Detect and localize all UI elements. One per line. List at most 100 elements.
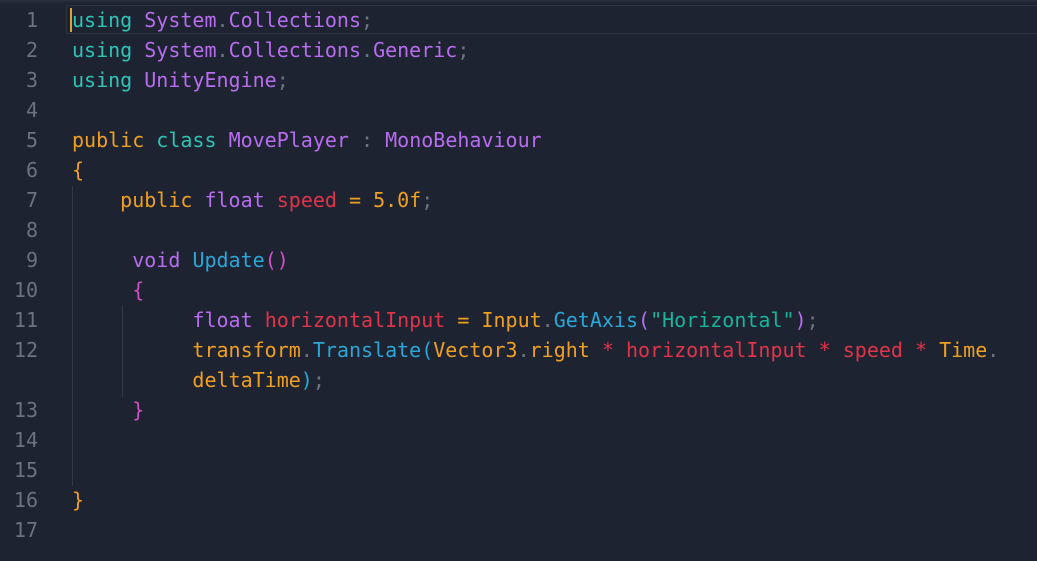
code-token: Collections xyxy=(228,8,362,32)
code-token: . xyxy=(541,308,554,332)
line-number: 9 xyxy=(25,248,38,272)
code-line[interactable]: 9 void Update() xyxy=(0,245,1037,275)
code-token: MonoBehaviour xyxy=(385,128,542,152)
line-number: 1 xyxy=(25,8,38,32)
code-token: ; xyxy=(312,368,325,392)
code-token: () xyxy=(264,248,289,272)
code-editor[interactable]: 1 using System.Collections; 2 using System.… xyxy=(0,0,1037,561)
code-token: ; xyxy=(421,188,434,212)
code-token: void xyxy=(132,248,181,272)
code-line[interactable]: 3 using UnityEngine; xyxy=(0,65,1037,95)
code-token: UnityEngine xyxy=(144,68,277,92)
code-line[interactable]: 16} xyxy=(0,485,1037,515)
code-line[interactable]: 17 xyxy=(0,515,1037,545)
code-token: Time xyxy=(939,338,988,362)
code-token: } xyxy=(72,488,85,512)
code-line[interactable]: deltaTime); xyxy=(0,365,1037,395)
code-line[interactable]: 14 xyxy=(0,425,1037,455)
code-line[interactable]: 11 float horizontalInput = Input.GetAxis… xyxy=(0,305,1037,335)
code-token: speed xyxy=(842,338,903,362)
line-number: 15 xyxy=(13,458,38,482)
code-text: transform.Translate(Vector3.right * hori… xyxy=(72,335,999,365)
code-line[interactable]: 2 using System.Collections.Generic; xyxy=(0,35,1037,65)
code-token: MovePlayer xyxy=(228,128,349,152)
line-number: 11 xyxy=(13,308,38,332)
line-number: 7 xyxy=(25,188,38,212)
code-line[interactable]: 13 } xyxy=(0,395,1037,425)
line-number: 3 xyxy=(25,68,38,92)
code-token: : xyxy=(361,128,374,152)
code-token: { xyxy=(132,278,145,302)
code-token: ; xyxy=(457,38,470,62)
code-line[interactable]: 6{ xyxy=(0,155,1037,185)
code-token: deltaTime xyxy=(192,368,301,392)
code-line[interactable]: 8 xyxy=(0,215,1037,245)
code-token: . xyxy=(216,38,229,62)
code-line[interactable]: 4 xyxy=(0,95,1037,125)
code-token: ; xyxy=(361,8,374,32)
code-text: using System.Collections; xyxy=(72,5,373,35)
code-token: ( xyxy=(421,338,434,362)
line-number: 16 xyxy=(13,488,38,512)
code-token: float xyxy=(192,308,253,332)
line-number: 4 xyxy=(25,98,38,122)
code-token: * xyxy=(818,338,831,362)
code-token: = xyxy=(349,188,362,212)
code-text: public class MovePlayer : MonoBehaviour xyxy=(72,125,542,155)
code-token: . xyxy=(216,8,229,32)
code-text: using UnityEngine; xyxy=(72,65,289,95)
code-line[interactable]: 12 transform.Translate(Vector3.right * h… xyxy=(0,335,1037,365)
code-text: using System.Collections.Generic; xyxy=(72,35,469,65)
line-number: 12 xyxy=(13,338,38,362)
line-number: 5 xyxy=(25,128,38,152)
code-token: Translate xyxy=(312,338,422,362)
code-token: ) xyxy=(794,308,807,332)
scroll-shadow xyxy=(0,0,1037,4)
code-line[interactable]: 7 public float speed = 5.0f; xyxy=(0,185,1037,215)
code-token: ) xyxy=(300,368,313,392)
line-number: 10 xyxy=(13,278,38,302)
code-token: * xyxy=(915,338,928,362)
line-number: 6 xyxy=(25,158,38,182)
code-token: . xyxy=(987,338,1000,362)
code-token: = xyxy=(457,308,470,332)
code-token: . xyxy=(361,38,374,62)
code-token: Update xyxy=(192,248,265,272)
code-line[interactable]: 15 xyxy=(0,455,1037,485)
code-line[interactable]: 1 using System.Collections; xyxy=(0,5,1037,35)
code-token: "Horizontal" xyxy=(650,308,795,332)
code-token: System xyxy=(144,8,217,32)
code-text: { xyxy=(72,275,144,305)
code-line[interactable]: 10 { xyxy=(0,275,1037,305)
code-token: float xyxy=(204,188,265,212)
code-line[interactable]: 5 public class MovePlayer : MonoBehaviour xyxy=(0,125,1037,155)
code-token: Vector3 xyxy=(433,338,518,362)
code-token: } xyxy=(132,398,145,422)
line-number: 13 xyxy=(13,398,38,422)
code-token: { xyxy=(72,158,85,182)
code-token: GetAxis xyxy=(553,308,639,332)
code-token: using xyxy=(72,8,133,32)
code-token: transform xyxy=(192,338,301,362)
code-token: using xyxy=(72,38,133,62)
code-text: } xyxy=(72,485,84,515)
code-token: 5.0f xyxy=(373,188,422,212)
code-token: Generic xyxy=(373,38,458,62)
